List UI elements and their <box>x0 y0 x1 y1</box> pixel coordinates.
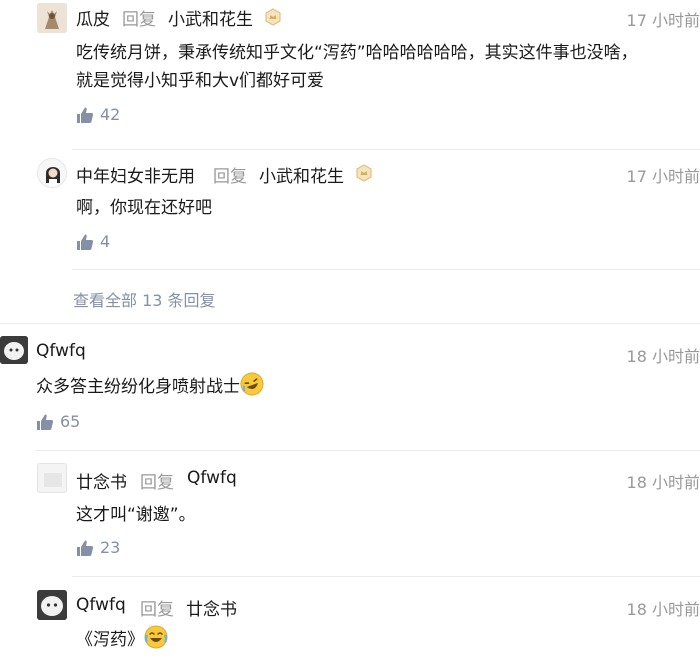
avatar[interactable] <box>37 158 67 188</box>
reply-label: 回复 <box>213 167 247 187</box>
like-count: 23 <box>100 538 121 557</box>
avatar[interactable] <box>37 590 67 620</box>
comment-author[interactable]: Qfwfq <box>36 341 86 361</box>
divider <box>0 323 700 324</box>
divider <box>72 149 700 150</box>
thumbs-up-icon <box>77 234 94 250</box>
like-count: 65 <box>60 412 81 431</box>
like-button[interactable]: 42 <box>76 105 120 124</box>
reply-target[interactable]: Qfwfq <box>187 468 237 488</box>
verified-badge-icon <box>356 164 372 182</box>
comment-time: 17 小时前 <box>626 11 700 30</box>
reply-target[interactable]: 小武和花生 <box>259 162 344 187</box>
verified-badge-icon <box>265 8 281 26</box>
comment-time: 17 小时前 <box>626 167 700 186</box>
like-button[interactable]: 23 <box>76 538 120 557</box>
reply-label: 回复 <box>140 600 174 620</box>
avatar[interactable] <box>37 463 67 493</box>
tears-of-joy-emoji-icon <box>144 625 168 649</box>
divider <box>72 576 700 577</box>
comment-text-line: 吃传统月饼，秉承传统知乎文化“泻药”哈哈哈哈哈哈，其实这件事也没啥， <box>76 43 638 63</box>
reply-target[interactable]: 小武和花生 <box>168 5 253 30</box>
rofl-emoji-icon <box>240 372 264 396</box>
like-button[interactable]: 4 <box>76 232 110 251</box>
comment-author[interactable]: Qfwfq <box>76 595 126 615</box>
reply-target[interactable]: 廿念书 <box>186 595 237 620</box>
comment-text-line: 这才叫“谢邀”。 <box>76 505 196 525</box>
comment-text-line: 啊，你现在还好吧 <box>76 198 212 218</box>
avatar[interactable] <box>0 336 28 364</box>
comment-text-line: 众多答主纷纷化身喷射战士 <box>36 372 264 401</box>
like-count: 42 <box>100 105 121 124</box>
comment-text-line: 《泻药》 <box>76 625 168 654</box>
thumbs-up-icon <box>37 414 54 430</box>
comment-author[interactable]: 瓜皮 <box>76 5 110 30</box>
thumbs-up-icon <box>77 107 94 123</box>
comment-text-line: 就是觉得小知乎和大v们都好可爱 <box>76 71 325 91</box>
reply-label: 回复 <box>140 473 174 493</box>
like-count: 4 <box>100 232 111 251</box>
comment-author[interactable]: 中年妇女非无用 <box>76 162 195 187</box>
divider <box>72 269 700 270</box>
comment-text: 《泻药》 <box>76 630 144 650</box>
reply-label: 回复 <box>122 10 156 30</box>
view-all-replies-link[interactable]: 查看全部 13 条回复 <box>73 287 216 311</box>
avatar[interactable] <box>37 3 67 33</box>
comment-time: 18 小时前 <box>626 600 700 619</box>
comment-author[interactable]: 廿念书 <box>76 468 127 493</box>
comment-text: 众多答主纷纷化身喷射战士 <box>36 377 240 397</box>
thumbs-up-icon <box>77 540 94 556</box>
divider <box>36 450 700 451</box>
comment-time: 18 小时前 <box>626 347 700 366</box>
like-button[interactable]: 65 <box>36 412 80 431</box>
comment-time: 18 小时前 <box>626 473 700 492</box>
